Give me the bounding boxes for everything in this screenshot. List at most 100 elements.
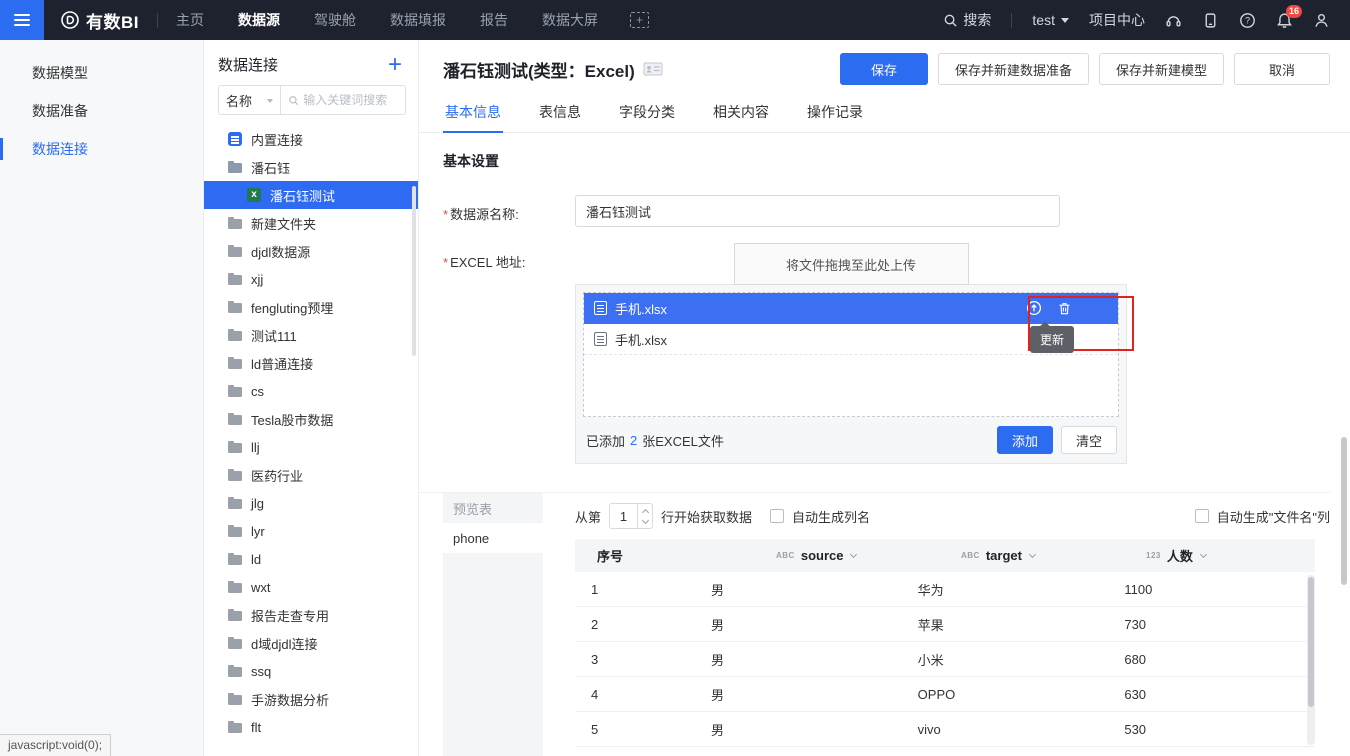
excel-field-label: *EXCEL 地址: bbox=[443, 243, 575, 464]
tree-item[interactable]: wxt bbox=[204, 573, 418, 601]
tree-item[interactable]: flt bbox=[204, 713, 418, 741]
tree-item[interactable]: 新建文件夹 bbox=[204, 209, 418, 237]
row-start-value[interactable]: 1 bbox=[610, 504, 637, 528]
added-suffix: 张EXCEL文件 bbox=[642, 431, 724, 450]
tree-item[interactable]: jlg bbox=[204, 489, 418, 517]
tree-item[interactable]: djdl数据源 bbox=[204, 237, 418, 265]
tab[interactable]: 字段分类 bbox=[617, 94, 677, 132]
column-header[interactable]: ABC source bbox=[760, 548, 945, 563]
column-header[interactable]: ABC target bbox=[945, 548, 1130, 563]
search-input[interactable] bbox=[303, 93, 398, 107]
cell-target: 苹果 bbox=[902, 615, 1109, 634]
update-file-button[interactable] bbox=[1026, 300, 1042, 316]
stepper-buttons[interactable] bbox=[637, 504, 652, 528]
plus-icon: + bbox=[630, 12, 649, 28]
cell-target: 华为 bbox=[902, 580, 1109, 599]
help-button[interactable]: ? bbox=[1239, 12, 1256, 29]
sidebar-item[interactable]: 数据准备 bbox=[0, 92, 203, 130]
datasource-name-input[interactable] bbox=[575, 195, 1060, 227]
tree-item[interactable]: 潘石钰 bbox=[204, 153, 418, 181]
column-header[interactable]: 123 人数 bbox=[1130, 546, 1315, 565]
row-start-suffix: 行开始获取数据 bbox=[661, 507, 752, 526]
tree-item[interactable]: 测试111 bbox=[204, 321, 418, 349]
tree-item-label: 手游数据分析 bbox=[251, 690, 329, 709]
tree-item[interactable]: lyr bbox=[204, 517, 418, 545]
tree-item[interactable]: 潘石钰测试 bbox=[204, 181, 418, 209]
tree-item[interactable]: Tesla股市数据 bbox=[204, 405, 418, 433]
file-dropzone[interactable]: 将文件拖拽至此处上传 bbox=[734, 243, 969, 285]
tree-item[interactable]: ld bbox=[204, 545, 418, 573]
tree-scrollbar[interactable] bbox=[412, 186, 416, 356]
save-and-new-prep-button[interactable]: 保存并新建数据准备 bbox=[938, 53, 1089, 85]
mobile-app-button[interactable] bbox=[1202, 12, 1219, 29]
file-row[interactable]: 手机.xlsx 更新 bbox=[584, 293, 1118, 324]
tree-item[interactable]: xjj bbox=[204, 265, 418, 293]
cell-index: 2 bbox=[575, 617, 695, 632]
sidebar-item[interactable]: 数据模型 bbox=[0, 54, 203, 92]
tree-item-icon bbox=[228, 356, 243, 370]
tree-item-label: 报告走查专用 bbox=[251, 606, 329, 625]
nav-item[interactable]: 报告 bbox=[480, 10, 508, 30]
account-button[interactable] bbox=[1313, 12, 1330, 29]
save-and-new-model-button[interactable]: 保存并新建模型 bbox=[1099, 53, 1224, 85]
save-button[interactable]: 保存 bbox=[840, 53, 928, 85]
tree-item[interactable]: cs bbox=[204, 377, 418, 405]
sidebar-item[interactable]: 数据连接 bbox=[0, 130, 203, 168]
tree-item[interactable]: 医药行业 bbox=[204, 461, 418, 489]
datasource-info-icon[interactable] bbox=[643, 61, 663, 77]
tree-item[interactable]: d域djdl连接 bbox=[204, 629, 418, 657]
tab[interactable]: 相关内容 bbox=[711, 94, 771, 132]
column-label: source bbox=[801, 548, 844, 563]
table-scrollbar-thumb[interactable] bbox=[1308, 577, 1314, 707]
nav-item[interactable]: 驾驶舱 bbox=[314, 10, 356, 30]
add-connection-button[interactable]: + bbox=[388, 57, 402, 73]
support-headset-button[interactable] bbox=[1165, 12, 1182, 29]
tree-item[interactable]: llj bbox=[204, 433, 418, 461]
nav-item[interactable]: 数据大屏 bbox=[542, 10, 598, 30]
menu-button[interactable] bbox=[0, 0, 44, 40]
auto-filename-checkbox[interactable] bbox=[1195, 509, 1209, 523]
search-icon bbox=[288, 94, 299, 107]
nav-item[interactable]: 数据填报 bbox=[390, 10, 446, 30]
add-file-button[interactable]: 添加 bbox=[997, 426, 1053, 454]
tree-item-icon bbox=[228, 552, 243, 566]
column-type-label: ABC bbox=[961, 551, 980, 560]
tree-item[interactable]: 内置连接 bbox=[204, 125, 418, 153]
nav-item[interactable]: 数据源 bbox=[238, 10, 280, 30]
section-title: 基本设置 bbox=[443, 151, 1330, 171]
column-header[interactable]: 序号 bbox=[575, 546, 760, 565]
header-buttons: 保存 保存并新建数据准备 保存并新建模型 取消 bbox=[840, 53, 1330, 85]
clear-files-button[interactable]: 清空 bbox=[1061, 426, 1117, 454]
tree-item-icon bbox=[228, 328, 243, 342]
tree-item-icon bbox=[228, 132, 243, 146]
chevron-down-icon bbox=[641, 516, 648, 523]
tab[interactable]: 基本信息 bbox=[443, 94, 503, 132]
page-scrollbar[interactable] bbox=[1341, 437, 1347, 585]
tree-item[interactable]: 报告走查专用 bbox=[204, 601, 418, 629]
delete-file-button[interactable] bbox=[1057, 301, 1072, 316]
search-field-select[interactable]: 名称 bbox=[219, 86, 281, 114]
app-logo[interactable]: 有数BI bbox=[60, 8, 139, 33]
auto-colname-checkbox[interactable] bbox=[770, 509, 784, 523]
nav-add-button[interactable]: + bbox=[630, 11, 649, 29]
table-row: 2 男 苹果 730 bbox=[575, 607, 1315, 642]
topbar-search[interactable]: 搜索 bbox=[943, 10, 991, 30]
column-type-label: 123 bbox=[1146, 551, 1161, 560]
cancel-button[interactable]: 取消 bbox=[1234, 53, 1330, 85]
tab[interactable]: 操作记录 bbox=[805, 94, 865, 132]
tab[interactable]: 表信息 bbox=[537, 94, 583, 132]
notifications-button[interactable]: 16 bbox=[1276, 12, 1293, 29]
name-field-label: *数据源名称: bbox=[443, 195, 575, 227]
tree-item[interactable]: ssq bbox=[204, 657, 418, 685]
tree-item-label: ld bbox=[251, 552, 261, 567]
tree-item-label: cs bbox=[251, 384, 264, 399]
nav-item[interactable]: 主页 bbox=[176, 10, 204, 30]
preview-table-item[interactable]: phone bbox=[443, 523, 543, 553]
tree-item[interactable]: fengluting预埋 bbox=[204, 293, 418, 321]
tree-item-label: jlg bbox=[251, 496, 264, 511]
tree-item[interactable]: 手游数据分析 bbox=[204, 685, 418, 713]
project-center-link[interactable]: 项目中心 bbox=[1089, 10, 1145, 30]
user-dropdown[interactable]: test bbox=[1032, 12, 1069, 28]
table-scrollbar-track[interactable] bbox=[1307, 575, 1315, 745]
tree-item[interactable]: ld普通连接 bbox=[204, 349, 418, 377]
